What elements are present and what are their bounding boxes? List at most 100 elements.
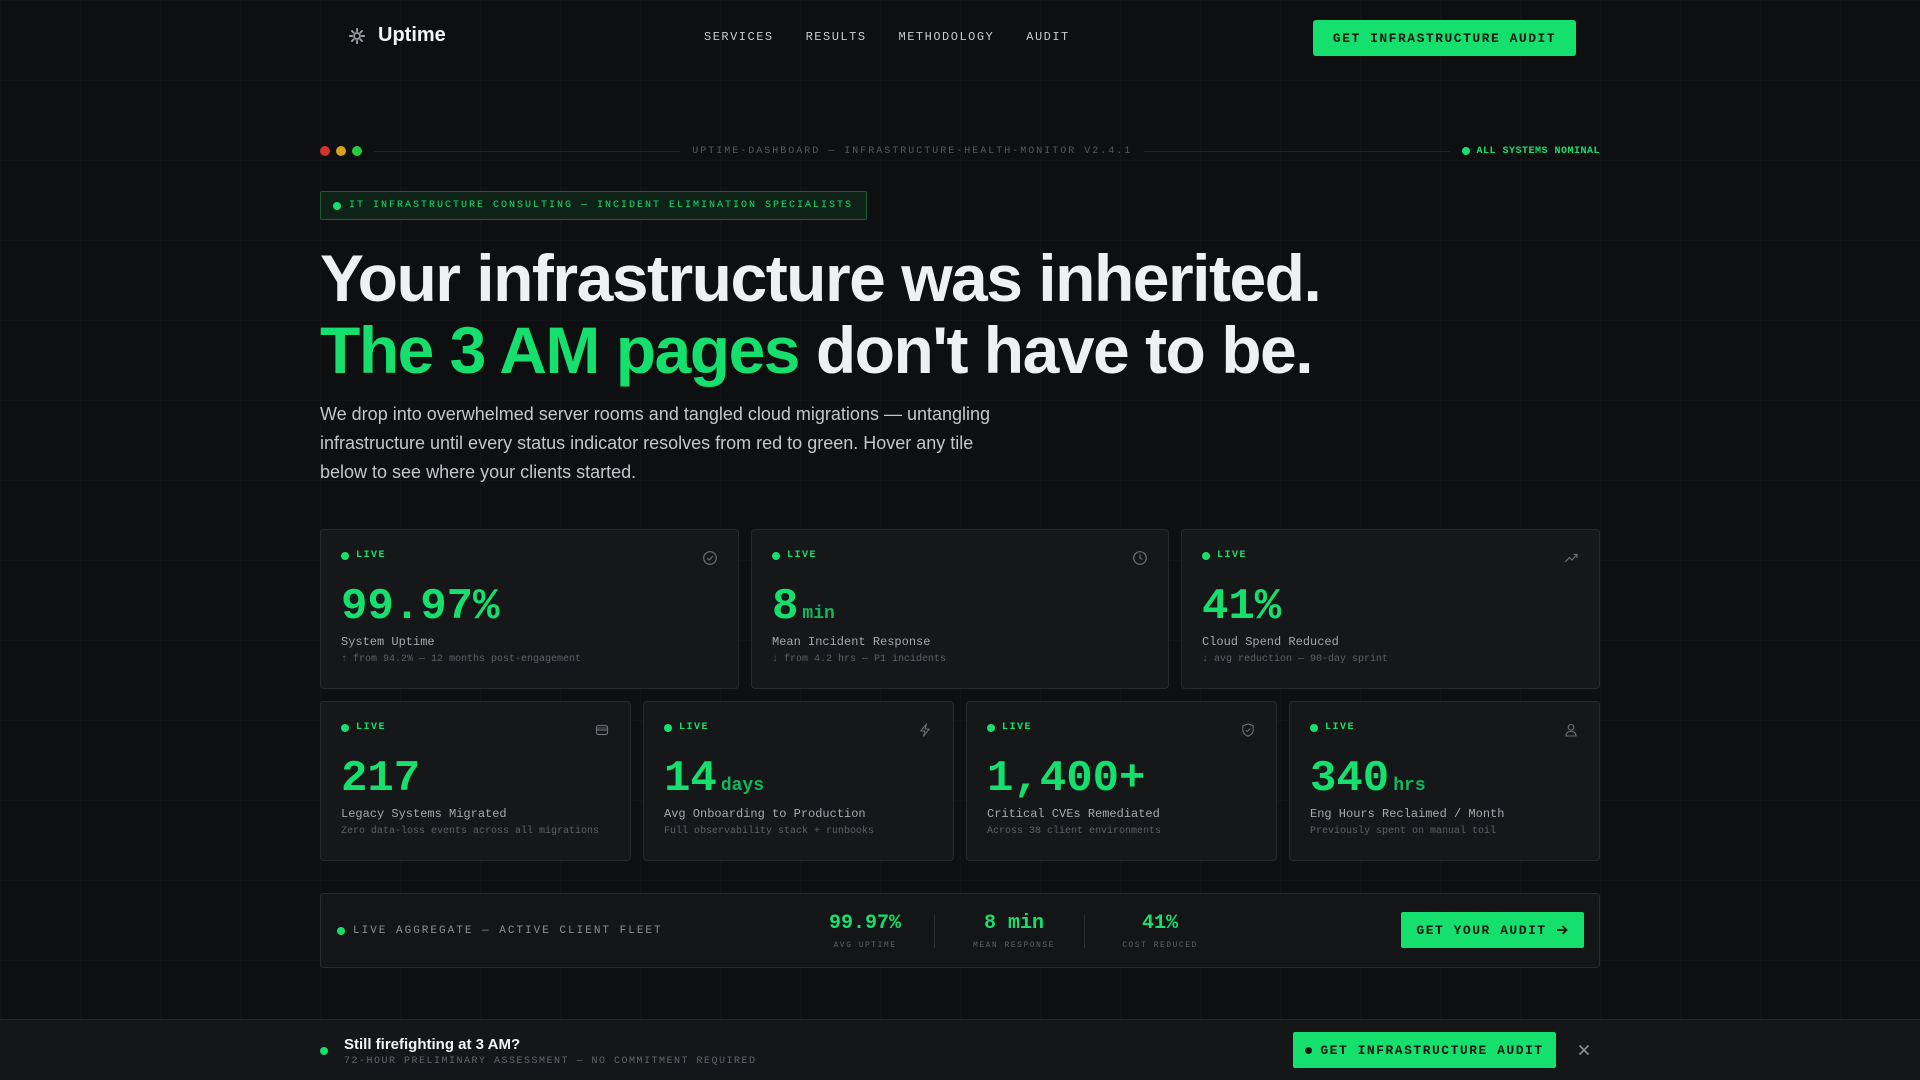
divider: [1084, 914, 1085, 948]
metric-label: Avg Onboarding to Production: [664, 807, 866, 821]
metric-card-uptime[interactable]: LIVE 99.97% System Uptime ↑ from 94.2% —…: [320, 529, 739, 689]
metric-subtext: ↓ from 4.2 hrs — P1 incidents: [772, 654, 947, 665]
arrow-right-icon: [1556, 925, 1568, 935]
terminal-bar: UPTIME-DASHBOARD — INFRASTRUCTURE-HEALTH…: [320, 144, 1600, 158]
metric-value: 99.97%: [341, 582, 499, 632]
nav-results[interactable]: RESULTS: [806, 30, 867, 44]
metric-number: 340: [1310, 754, 1390, 804]
headline-rest: don't have to be.: [799, 313, 1314, 387]
metric-unit: hrs: [1393, 776, 1426, 796]
get-audit-label: GET YOUR AUDIT: [1416, 922, 1547, 938]
metric-label: Critical CVEs Remediated: [987, 807, 1160, 821]
green-dot-icon: [352, 146, 362, 156]
live-dot-icon: [664, 723, 672, 732]
divider: [374, 150, 681, 152]
metric-card-cloud-spend[interactable]: LIVE 41% Cloud Spend Reduced ↓ avg reduc…: [1181, 529, 1600, 689]
stat-label: MEAN RESPONSE: [973, 941, 1055, 950]
metric-label: Legacy Systems Migrated: [341, 807, 507, 821]
aggregate-stat-response: 8 min MEAN RESPONSE: [959, 912, 1069, 950]
live-dot-icon: [772, 551, 780, 560]
brand-logo[interactable]: Uptime: [348, 24, 446, 47]
metric-value: 1,400+: [987, 754, 1145, 804]
status-dot-icon: [333, 201, 341, 210]
stat-value: 99.97%: [828, 912, 901, 935]
metric-value: 41%: [1202, 582, 1281, 632]
close-icon[interactable]: [1576, 1042, 1592, 1058]
live-label: LIVE: [1002, 722, 1033, 733]
live-label: LIVE: [787, 550, 818, 561]
metric-number: 1,400+: [987, 754, 1146, 804]
hero-headline: Your infrastructure was inherited. The 3…: [320, 242, 1322, 387]
live-label: LIVE: [356, 722, 387, 733]
metric-unit: days: [720, 776, 765, 796]
banner-audit-label: GET INFRASTRUCTURE AUDIT: [1320, 1042, 1544, 1058]
stat-value: 41%: [1141, 912, 1178, 935]
live-dot-icon: [1310, 723, 1318, 732]
get-audit-button[interactable]: GET YOUR AUDIT: [1401, 912, 1584, 948]
system-status-text: ALL SYSTEMS NOMINAL: [1476, 145, 1600, 157]
metric-number: 99.97%: [341, 582, 500, 632]
hero-badge-text: IT INFRASTRUCTURE CONSULTING — INCIDENT …: [349, 200, 854, 211]
live-indicator: LIVE: [1310, 722, 1355, 733]
banner-subtitle: 72-HOUR PRELIMINARY ASSESSMENT — NO COMM…: [344, 1056, 757, 1067]
window-dots: [320, 146, 362, 156]
sticky-banner: Still firefighting at 3 AM? 72-HOUR PREL…: [0, 1019, 1920, 1080]
metric-subtext: Full observability stack + runbooks: [664, 826, 875, 837]
terminal-title: UPTIME-DASHBOARD — INFRASTRUCTURE-HEALTH…: [692, 145, 1133, 157]
hero-badge: IT INFRASTRUCTURE CONSULTING — INCIDENT …: [320, 191, 868, 220]
live-indicator: LIVE: [664, 722, 709, 733]
aggregate-label-text: LIVE AGGREGATE — ACTIVE CLIENT FLEET: [353, 925, 663, 937]
status-dot-icon: [1462, 147, 1471, 155]
user-icon: [1565, 723, 1577, 737]
nav-audit[interactable]: AUDIT: [1026, 30, 1070, 44]
live-indicator: LIVE: [987, 722, 1032, 733]
metric-number: 8: [772, 582, 799, 632]
banner-audit-button[interactable]: GET INFRASTRUCTURE AUDIT: [1293, 1032, 1556, 1068]
metric-label: Cloud Spend Reduced: [1202, 635, 1339, 649]
metric-number: 41%: [1202, 582, 1282, 632]
aggregate-stat-cost: 41% COST REDUCED: [1110, 912, 1210, 950]
metric-card-eng-hours[interactable]: LIVE 340 hrs Eng Hours Reclaimed / Month …: [1289, 701, 1600, 861]
metric-label: System Uptime: [341, 635, 435, 649]
bolt-icon: [920, 723, 930, 737]
metric-card-response[interactable]: LIVE 8 min Mean Incident Response ↓ from …: [751, 529, 1169, 689]
live-label: LIVE: [679, 722, 710, 733]
metric-subtext: Zero data-loss events across all migrati…: [341, 826, 600, 837]
divider: [1144, 150, 1451, 152]
check-circle-icon: [703, 551, 717, 565]
database-icon: [595, 724, 609, 736]
metric-card-legacy-systems[interactable]: LIVE 217 Legacy Systems Migrated Zero da…: [320, 701, 631, 861]
metric-card-cves[interactable]: LIVE 1,400+ Critical CVEs Remediated Acr…: [966, 701, 1277, 861]
nav-methodology[interactable]: METHODOLOGY: [899, 30, 995, 44]
live-indicator: LIVE: [772, 550, 817, 561]
metric-value: 217: [341, 754, 420, 804]
amber-dot-icon: [336, 146, 346, 156]
hero-description: We drop into overwhelmed server rooms an…: [320, 404, 991, 482]
live-indicator: LIVE: [341, 550, 386, 561]
live-label: LIVE: [1325, 722, 1356, 733]
live-dot-icon: [987, 723, 995, 732]
metric-label: Mean Incident Response: [772, 635, 931, 649]
metric-subtext: Across 38 client environments: [987, 826, 1162, 837]
trend-up-icon: [1564, 553, 1578, 563]
stat-label: AVG UPTIME: [833, 941, 897, 950]
aggregate-bar: LIVE AGGREGATE — ACTIVE CLIENT FLEET 99.…: [320, 893, 1600, 968]
metric-number: 217: [341, 754, 421, 804]
brand-name: Uptime: [378, 24, 446, 46]
site-header: Uptime SERVICES RESULTS METHODOLOGY AUDI…: [0, 0, 1920, 76]
button-dot-icon: [1305, 1046, 1313, 1054]
stat-value: 8 min: [983, 912, 1044, 935]
status-dot-icon: [320, 1047, 328, 1055]
metric-card-onboarding[interactable]: LIVE 14 days Avg Onboarding to Production…: [643, 701, 954, 861]
live-label: LIVE: [1217, 550, 1248, 561]
live-dot-icon: [341, 723, 349, 732]
nav-services[interactable]: SERVICES: [704, 30, 774, 44]
metric-unit: min: [802, 604, 835, 624]
divider: [934, 914, 935, 948]
live-indicator: LIVE: [341, 722, 386, 733]
metric-label: Eng Hours Reclaimed / Month: [1310, 807, 1505, 821]
shield-icon: [1242, 723, 1254, 737]
live-dot-icon: [1202, 551, 1210, 560]
header-audit-button[interactable]: GET INFRASTRUCTURE AUDIT: [1313, 20, 1576, 56]
live-label: LIVE: [356, 550, 387, 561]
